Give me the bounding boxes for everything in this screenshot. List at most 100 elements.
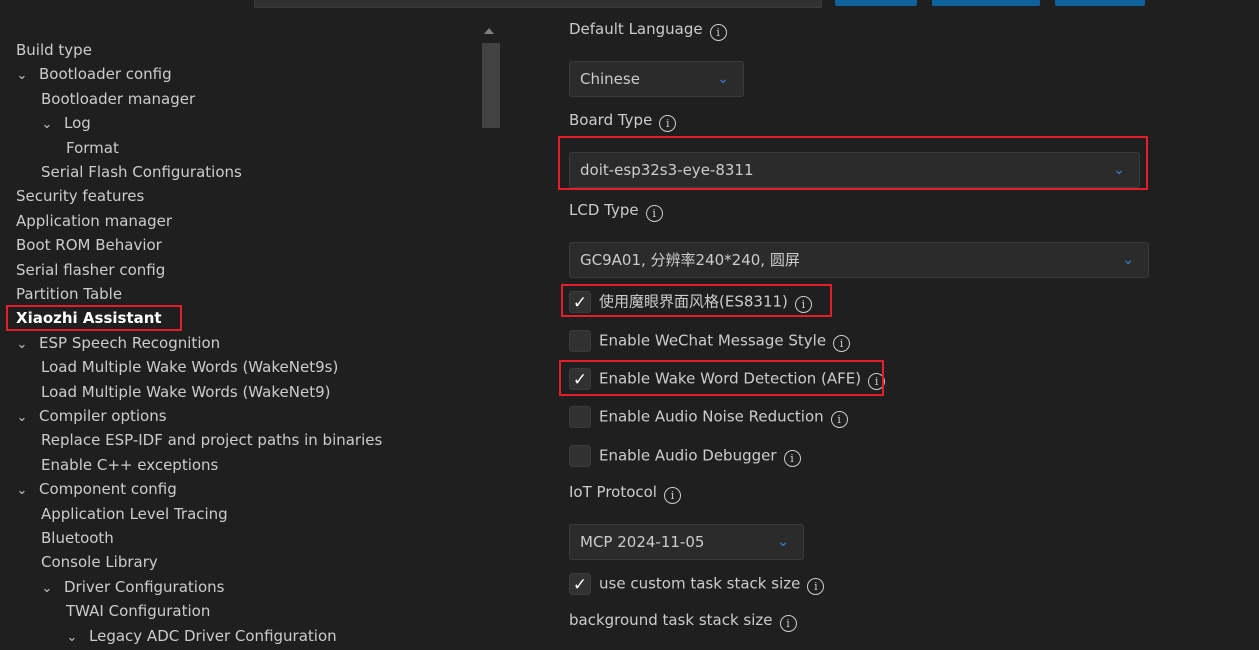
tree-item[interactable]: Security features: [16, 184, 144, 208]
tree-item-label: Load Multiple Wake Words (WakeNet9s): [41, 358, 339, 377]
tree-item-label: Legacy ADC Driver Configuration: [89, 626, 337, 645]
default-language-select[interactable]: Chinese ⌄: [569, 61, 744, 97]
checkbox-row[interactable]: Enable WeChat Message Style i: [569, 328, 851, 352]
info-icon[interactable]: i: [659, 115, 677, 132]
checkbox[interactable]: [569, 405, 591, 428]
tree-item-label: Compiler options: [39, 407, 167, 425]
checkbox[interactable]: [569, 444, 591, 467]
checkmark-icon: ✓: [572, 369, 588, 390]
tree-item-label: Bluetooth: [41, 529, 114, 547]
info-icon[interactable]: i: [663, 487, 681, 504]
tree-item-label: ESP Speech Recognition: [39, 333, 221, 352]
tree-item[interactable]: ⌄ Driver Configurations: [39, 575, 225, 601]
info-icon[interactable]: i: [709, 24, 727, 41]
tree-item[interactable]: ⌄ Legacy ADC Driver Configuration: [64, 624, 337, 648]
info-icon[interactable]: i: [783, 450, 801, 467]
chevron-down-icon: ⌄: [777, 534, 789, 550]
board-type-select[interactable]: doit-esp32s3-eye-8311 ⌄: [569, 152, 1140, 188]
toolbar-button-1[interactable]: [835, 0, 917, 6]
tree-item-label: Security features: [16, 187, 145, 206]
tree-item[interactable]: Serial flasher config: [16, 258, 165, 282]
info-icon[interactable]: i: [833, 335, 851, 352]
chevron-down-icon[interactable]: ⌄: [39, 113, 55, 137]
top-toolbar: [0, 0, 1259, 8]
chevron-down-icon[interactable]: ⌄: [64, 626, 80, 650]
tree-item-label: Boot ROM Behavior: [16, 236, 162, 255]
tree-item[interactable]: Replace ESP-IDF and project paths in bin…: [41, 428, 382, 452]
tree-item-label: Application Level Tracing: [41, 504, 228, 523]
tree-item[interactable]: Load Multiple Wake Words (WakeNet9s): [41, 355, 338, 379]
tree-item[interactable]: ⌄ Bootloader config: [14, 62, 172, 86]
checkbox[interactable]: ✓: [569, 367, 591, 390]
info-icon[interactable]: i: [807, 578, 825, 595]
info-icon[interactable]: i: [794, 296, 812, 313]
tree-item[interactable]: Partition Table: [16, 282, 122, 306]
tree-item-label: Bootloader manager: [41, 89, 196, 108]
checkmark-icon: ✓: [572, 574, 588, 595]
toolbar-button-3[interactable]: [1055, 0, 1145, 6]
tree-item[interactable]: Console Library: [41, 550, 158, 574]
tree-item-label: Bootloader config: [39, 65, 172, 84]
checkbox-row[interactable]: ✓ Enable Wake Word Detection (AFE) i: [569, 366, 886, 390]
checkbox-row[interactable]: ✓ 使用魔眼界面风格(ES8311) i: [569, 289, 812, 313]
scrollbar-thumb[interactable]: [482, 43, 500, 128]
tree-item[interactable]: ⌄ ESP Speech Recognition: [14, 331, 221, 357]
tree-item-label: Build type: [16, 41, 92, 59]
tree-item-label: Partition Table: [16, 285, 123, 303]
checkbox-label: Enable Audio Noise Reduction: [599, 407, 824, 426]
chevron-down-icon: ⌄: [1122, 252, 1134, 268]
info-icon[interactable]: i: [645, 205, 663, 222]
lcd-type-label: LCD Type i: [569, 199, 663, 222]
tree-item-label: Replace ESP-IDF and project paths in bin…: [41, 431, 383, 450]
checkbox-label: Enable Audio Debugger: [599, 446, 777, 465]
chevron-down-icon: ⌄: [1113, 162, 1125, 178]
tree-item[interactable]: ⌄ Compiler options: [14, 404, 167, 428]
tree-item[interactable]: Serial Flash Configurations: [41, 160, 242, 184]
chevron-down-icon[interactable]: ⌄: [14, 479, 30, 503]
checkbox-label: Enable Wake Word Detection (AFE): [599, 369, 862, 388]
tree-item-label: Console Library: [41, 553, 158, 572]
tree-item[interactable]: ⌄ Component config: [14, 477, 177, 501]
tree-item-label: Serial Flash Configurations: [41, 163, 242, 181]
custom-stack-checkbox-row[interactable]: ✓ use custom task stack size i: [569, 571, 825, 595]
bg-stack-label: background task stack size i: [569, 609, 797, 632]
config-tree: Build type ⌄ Bootloader config Bootloader m…: [0, 38, 480, 645]
tree-item[interactable]: Build type: [16, 38, 92, 62]
info-icon[interactable]: i: [779, 615, 797, 632]
tree-item[interactable]: Enable C++ exceptions: [41, 453, 218, 477]
search-input[interactable]: [254, 0, 822, 8]
chevron-down-icon[interactable]: ⌄: [39, 577, 55, 601]
info-icon[interactable]: i: [868, 373, 886, 390]
checkbox-row[interactable]: Enable Audio Debugger i: [569, 443, 801, 467]
tree-item[interactable]: Application Level Tracing: [41, 502, 228, 526]
tree-item-label: Format: [66, 138, 119, 157]
tree-item-label: Enable C++ exceptions: [41, 455, 219, 474]
scroll-up-arrow[interactable]: [484, 28, 494, 34]
iot-protocol-label: IoT Protocol i: [569, 481, 681, 504]
iot-protocol-select[interactable]: MCP 2024-11-05 ⌄: [569, 524, 804, 560]
tree-item[interactable]: ⌄ Log: [39, 111, 91, 135]
lcd-type-select[interactable]: GC9A01, 分辨率240*240, 圆屏 ⌄: [569, 242, 1149, 278]
checkbox[interactable]: ✓: [569, 290, 591, 313]
checkmark-icon: ✓: [572, 292, 588, 313]
chevron-down-icon[interactable]: ⌄: [14, 333, 30, 357]
tree-item[interactable]: Format: [66, 136, 119, 160]
tree-item[interactable]: Boot ROM Behavior: [16, 233, 162, 257]
info-icon[interactable]: i: [830, 411, 848, 428]
chevron-down-icon[interactable]: ⌄: [14, 64, 30, 88]
tree-item[interactable]: Load Multiple Wake Words (WakeNet9): [41, 380, 330, 404]
chevron-down-icon[interactable]: ⌄: [14, 406, 30, 430]
checkbox-row[interactable]: Enable Audio Noise Reduction i: [569, 404, 848, 428]
tree-item[interactable]: Xiaozhi Assistant: [16, 306, 162, 330]
tree-item-label: Serial flasher config: [16, 260, 166, 279]
tree-item-label: TWAI Configuration: [66, 602, 211, 621]
tree-item-label: Application manager: [16, 211, 172, 230]
tree-item[interactable]: Bootloader manager: [41, 87, 195, 111]
tree-item[interactable]: Application manager: [16, 209, 172, 233]
checkbox[interactable]: [569, 329, 591, 352]
default-language-label: Default Language i: [569, 18, 727, 41]
toolbar-button-2[interactable]: [932, 0, 1040, 6]
tree-item[interactable]: TWAI Configuration: [66, 599, 210, 623]
tree-item[interactable]: Bluetooth: [41, 526, 114, 550]
custom-stack-checkbox[interactable]: ✓: [569, 572, 591, 595]
